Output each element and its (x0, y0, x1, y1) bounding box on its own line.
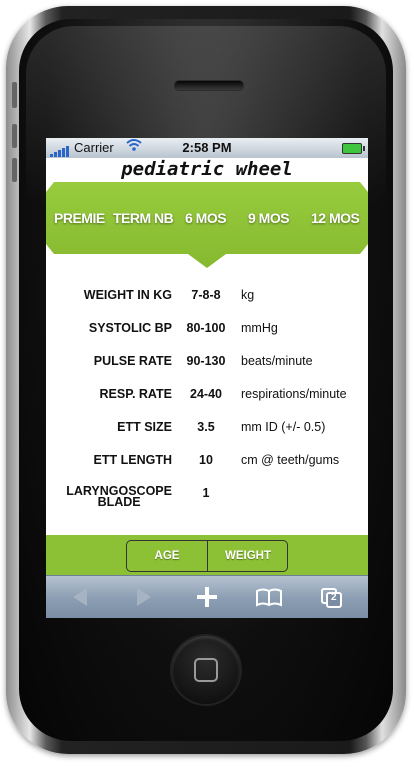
row-weight: WEIGHT IN KG 7-8-8 kg (46, 280, 368, 310)
battery-icon (342, 143, 365, 154)
row-value: 3.5 (197, 420, 215, 434)
volume-down-button (12, 158, 17, 182)
tab-12-mos[interactable]: 12 MOS (311, 210, 360, 226)
row-laryngoscope-blade: LARYNGOSCOPE BLADE 1 (46, 478, 368, 514)
screen: Carrier 2:58 PM pediatric wheel PREMIE T… (46, 138, 368, 618)
row-label: RESP. RATE (99, 387, 172, 401)
age-wheel[interactable]: PREMIE TERM NB 6 MOS 9 MOS 12 MOS (46, 182, 368, 268)
tab-9-mos[interactable]: 9 MOS (248, 210, 290, 226)
browser-toolbar: 2 (46, 575, 368, 618)
home-button[interactable] (172, 636, 240, 704)
row-value: 80-100 (186, 321, 226, 335)
row-unit: beats/minute (241, 354, 313, 368)
mode-bar: AGE WEIGHT (46, 535, 368, 575)
row-label: ETT SIZE (117, 420, 172, 434)
row-label: ETT LENGTH (93, 453, 172, 467)
row-resp-rate: RESP. RATE 24-40 respirations/minute (46, 379, 368, 409)
row-label: LARYNGOSCOPE BLADE (66, 485, 172, 509)
plus-icon[interactable] (187, 582, 227, 612)
app-title: pediatric wheel (121, 158, 293, 180)
tab-6-mos[interactable]: 6 MOS (185, 210, 227, 226)
row-unit: cm @ teeth/gums (241, 453, 340, 467)
weight-mode-button[interactable]: WEIGHT (207, 541, 287, 571)
mute-switch (12, 82, 17, 108)
bookmarks-icon[interactable] (249, 582, 289, 612)
pages-icon[interactable]: 2 (312, 582, 352, 612)
back-icon[interactable] (60, 582, 100, 612)
tab-premie[interactable]: PREMIE (54, 210, 105, 226)
row-value: 90-130 (186, 354, 226, 368)
tab-term-nb[interactable]: TERM NB (113, 210, 174, 226)
status-time: 2:58 PM (182, 140, 232, 155)
forward-icon[interactable] (124, 582, 164, 612)
pages-count: 2 (331, 592, 337, 603)
row-unit: kg (241, 288, 255, 302)
row-unit: mmHg (241, 321, 278, 335)
earpiece-speaker (174, 80, 244, 91)
row-ett-size: ETT SIZE 3.5 mm ID (+/- 0.5) (46, 412, 368, 442)
row-label-line2: BLADE (97, 495, 141, 509)
row-unit: mm ID (+/- 0.5) (241, 420, 326, 434)
volume-up-button (12, 124, 17, 148)
row-unit: respirations/minute (241, 387, 347, 401)
status-bar: Carrier 2:58 PM (46, 138, 368, 158)
row-ett-length: ETT LENGTH 10 cm @ teeth/gums (46, 445, 368, 475)
row-value: 24-40 (190, 387, 222, 401)
row-value: 7-8-8 (191, 288, 221, 302)
mode-segmented-control: AGE WEIGHT (126, 540, 288, 572)
home-square-icon (194, 658, 218, 682)
row-systolic-bp: SYSTOLIC BP 80-100 mmHg (46, 313, 368, 343)
row-label: SYSTOLIC BP (88, 321, 172, 335)
row-label: WEIGHT IN KG (83, 288, 172, 302)
row-pulse-rate: PULSE RATE 90-130 beats/minute (46, 346, 368, 376)
row-value: 10 (199, 453, 213, 467)
row-value: 1 (202, 486, 210, 500)
row-label: PULSE RATE (93, 354, 172, 368)
age-mode-button[interactable]: AGE (127, 541, 207, 571)
